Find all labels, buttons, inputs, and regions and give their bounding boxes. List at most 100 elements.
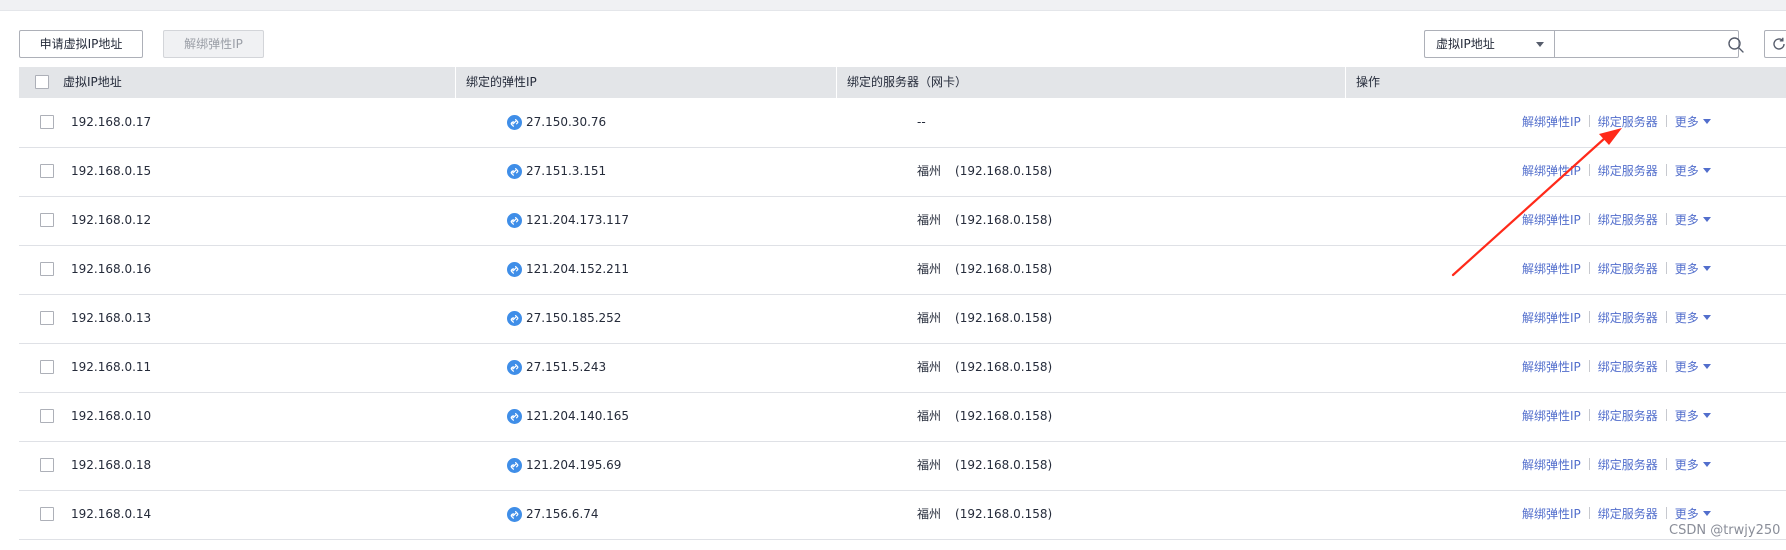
row-checkbox[interactable] xyxy=(40,164,54,178)
unbind-eip-link[interactable]: 解绑弹性IP xyxy=(1522,262,1581,276)
row-checkbox[interactable] xyxy=(40,115,54,129)
more-menu[interactable]: 更多 xyxy=(1675,164,1711,178)
server-nic-ip: (192.168.0.158) xyxy=(955,507,1053,521)
server-region[interactable]: 福州 xyxy=(917,196,941,245)
more-menu[interactable]: 更多 xyxy=(1675,458,1711,472)
bind-server-link[interactable]: 绑定服务器 xyxy=(1598,458,1658,472)
virtual-ip-address: 192.168.0.15 xyxy=(71,164,152,178)
table-row: 192.168.0.11 27.151.5.243 福州 (192.168.0.158… xyxy=(19,343,1786,393)
server-nic-ip: (192.168.0.158) xyxy=(955,409,1053,423)
row-checkbox[interactable] xyxy=(40,213,54,227)
more-label: 更多 xyxy=(1674,262,1699,276)
server-region[interactable]: 福州 xyxy=(917,392,941,441)
search-icon[interactable] xyxy=(1727,36,1745,54)
chevron-down-icon xyxy=(1702,364,1711,369)
bind-server-link[interactable]: 绑定服务器 xyxy=(1598,164,1658,178)
row-checkbox[interactable] xyxy=(40,409,54,423)
chevron-down-icon xyxy=(1702,315,1711,320)
bind-server-link[interactable]: 绑定服务器 xyxy=(1598,311,1658,325)
operation-divider xyxy=(1665,115,1667,127)
server-region[interactable]: 福州 xyxy=(917,343,941,392)
apply-virtual-ip-button[interactable]: 申请虚拟IP地址 xyxy=(19,30,143,58)
operation-divider xyxy=(1665,458,1667,470)
unbind-eip-link[interactable]: 解绑弹性IP xyxy=(1522,164,1581,178)
row-operations: 解绑弹性IP 绑定服务器 更多 xyxy=(1522,392,1711,441)
row-checkbox[interactable] xyxy=(40,262,54,276)
row-checkbox[interactable] xyxy=(40,311,54,325)
bind-server-link[interactable]: 绑定服务器 xyxy=(1598,213,1658,227)
server-nic-ip: (192.168.0.158) xyxy=(955,311,1053,325)
unbind-eip-link[interactable]: 解绑弹性IP xyxy=(1522,115,1581,129)
bound-server: 福州 (192.168.0.158) xyxy=(917,147,1052,196)
elastic-ip-link[interactable]: 121.204.195.69 xyxy=(526,441,621,490)
elastic-ip-link[interactable]: 27.156.6.74 xyxy=(526,490,599,539)
bound-server-empty: -- xyxy=(917,115,926,129)
chevron-down-icon xyxy=(1702,462,1711,467)
more-label: 更多 xyxy=(1674,213,1699,227)
unbind-eip-link[interactable]: 解绑弹性IP xyxy=(1522,311,1581,325)
filter-field-select[interactable]: 虚拟IP地址 xyxy=(1424,30,1554,58)
elastic-ip-link[interactable]: 121.204.152.211 xyxy=(526,245,629,294)
more-menu[interactable]: 更多 xyxy=(1675,507,1711,521)
row-operations: 解绑弹性IP 绑定服务器 更多 xyxy=(1522,441,1711,490)
row-checkbox[interactable] xyxy=(40,360,54,374)
unbind-elastic-ip-button[interactable]: 解绑弹性IP xyxy=(163,30,264,58)
virtual-ip-address: 192.168.0.13 xyxy=(71,311,152,325)
more-menu[interactable]: 更多 xyxy=(1675,115,1711,129)
select-all-checkbox[interactable] xyxy=(35,75,49,89)
operation-divider xyxy=(1665,409,1667,421)
server-nic-ip: (192.168.0.158) xyxy=(955,458,1053,472)
more-menu[interactable]: 更多 xyxy=(1675,262,1711,276)
more-menu[interactable]: 更多 xyxy=(1675,311,1711,325)
server-nic-ip: (192.168.0.158) xyxy=(955,164,1053,178)
row-checkbox[interactable] xyxy=(40,507,54,521)
elastic-ip-link[interactable]: 27.150.185.252 xyxy=(526,294,621,343)
elastic-ip-link-icon xyxy=(507,164,522,179)
search-input[interactable] xyxy=(1554,30,1739,58)
top-bar xyxy=(0,0,1786,11)
row-operations: 解绑弹性IP 绑定服务器 更多 xyxy=(1522,294,1711,343)
table-row: 192.168.0.15 27.151.3.151 福州 (192.168.0.158… xyxy=(19,147,1786,197)
row-checkbox[interactable] xyxy=(40,458,54,472)
refresh-button[interactable] xyxy=(1764,30,1786,58)
elastic-ip-link-icon xyxy=(507,360,522,375)
bound-server: 福州 (192.168.0.158) xyxy=(917,490,1052,539)
more-label: 更多 xyxy=(1674,164,1699,178)
unbind-eip-link[interactable]: 解绑弹性IP xyxy=(1522,507,1581,521)
unbind-eip-link[interactable]: 解绑弹性IP xyxy=(1522,409,1581,423)
unbind-eip-link[interactable]: 解绑弹性IP xyxy=(1522,213,1581,227)
server-region[interactable]: 福州 xyxy=(917,245,941,294)
bind-server-link[interactable]: 绑定服务器 xyxy=(1598,507,1658,521)
server-region[interactable]: 福州 xyxy=(917,441,941,490)
elastic-ip-link-icon xyxy=(507,262,522,277)
more-menu[interactable]: 更多 xyxy=(1675,213,1711,227)
column-header-virtual-ip: 虚拟IP地址 xyxy=(63,75,122,89)
server-region[interactable]: 福州 xyxy=(917,147,941,196)
bind-server-link[interactable]: 绑定服务器 xyxy=(1598,115,1658,129)
more-menu[interactable]: 更多 xyxy=(1675,360,1711,374)
bind-server-link[interactable]: 绑定服务器 xyxy=(1598,262,1658,276)
virtual-ip-address: 192.168.0.14 xyxy=(71,507,152,521)
elastic-ip-link[interactable]: 121.204.173.117 xyxy=(526,196,629,245)
elastic-ip-link[interactable]: 121.204.140.165 xyxy=(526,392,629,441)
elastic-ip-link[interactable]: 27.151.5.243 xyxy=(526,343,606,392)
server-region[interactable]: 福州 xyxy=(917,490,941,539)
bind-server-link[interactable]: 绑定服务器 xyxy=(1598,409,1658,423)
operation-divider xyxy=(1588,262,1590,274)
virtual-ip-address: 192.168.0.10 xyxy=(71,409,152,423)
bound-server: 福州 (192.168.0.158) xyxy=(917,392,1052,441)
chevron-down-icon xyxy=(1702,119,1711,124)
elastic-ip-link[interactable]: 27.150.30.76 xyxy=(526,98,606,147)
more-label: 更多 xyxy=(1674,409,1699,423)
bind-server-link[interactable]: 绑定服务器 xyxy=(1598,360,1658,374)
unbind-eip-link[interactable]: 解绑弹性IP xyxy=(1522,360,1581,374)
elastic-ip-link[interactable]: 27.151.3.151 xyxy=(526,147,606,196)
server-region[interactable]: 福州 xyxy=(917,294,941,343)
more-menu[interactable]: 更多 xyxy=(1675,409,1711,423)
operation-divider xyxy=(1665,213,1667,225)
unbind-eip-link[interactable]: 解绑弹性IP xyxy=(1522,458,1581,472)
table-header: 虚拟IP地址 绑定的弹性IP 绑定的服务器（网卡） 操作 xyxy=(19,67,1786,98)
operation-divider xyxy=(1588,458,1590,470)
operation-divider xyxy=(1588,213,1590,225)
virtual-ip-address: 192.168.0.12 xyxy=(71,213,152,227)
